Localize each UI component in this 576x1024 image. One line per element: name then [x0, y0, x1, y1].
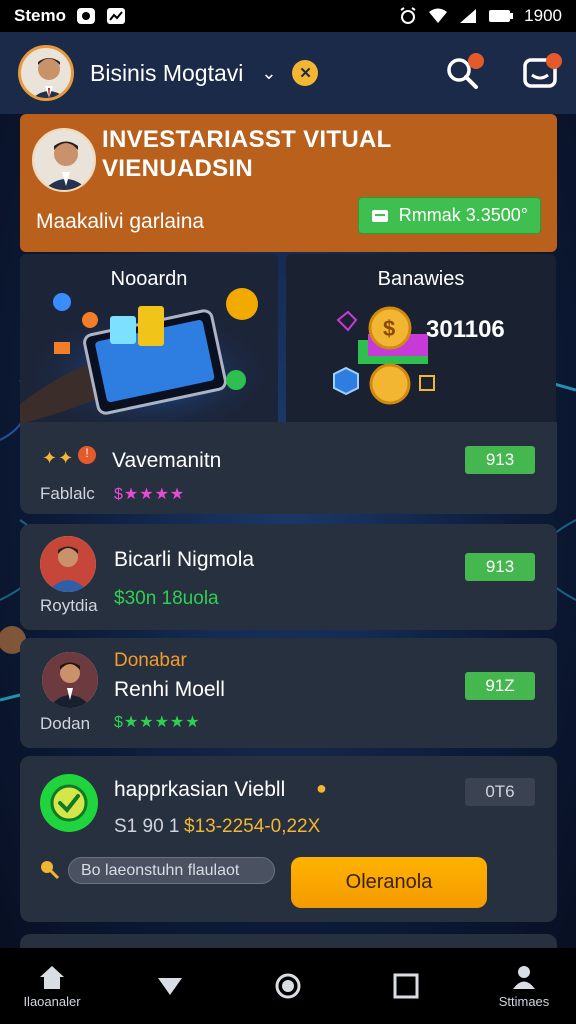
item-name: Vavemanitn [112, 449, 222, 472]
item-badge[interactable]: 913 [465, 446, 535, 474]
advisor-avatar [32, 128, 96, 192]
nav-profile[interactable]: Sttimaes [484, 964, 564, 1009]
item-label: Fablalc [40, 484, 95, 503]
nav-recents[interactable] [366, 973, 446, 999]
user-avatar[interactable] [18, 45, 74, 101]
banner-cta-label: Rmmak 3.3500° [398, 205, 528, 225]
item-badge[interactable]: 913 [465, 553, 535, 581]
item-category: Donabar [114, 650, 187, 671]
app-header: Bisinis Mogtavi ⌄ ✕ [0, 32, 576, 114]
svg-text:$: $ [383, 316, 395, 341]
home-circle-icon [275, 973, 301, 999]
search-notification-dot [468, 53, 484, 69]
notification-dot [546, 53, 562, 69]
balance-value: 301106 [426, 316, 505, 343]
search-icon [41, 861, 60, 880]
approved-check-icon [40, 774, 98, 832]
carrier-label: Stemo [14, 6, 66, 25]
item-detail: $30n 18uola [114, 588, 219, 609]
wallet-icon [371, 209, 388, 222]
person-avatar [40, 536, 96, 592]
list-item[interactable]: Bicarli Nigmola Roytdia $30n 18uola 913 [20, 524, 557, 630]
profile-icon [513, 965, 535, 989]
search-button[interactable] [444, 53, 484, 91]
list-item[interactable]: happrkasian Viebll ● S1 90 1 $13-2254-0,… [20, 756, 557, 922]
rating-stars: $★★★★ [114, 486, 186, 503]
nav-label: Ilaoanaler [23, 993, 81, 1009]
clock: 1900 [524, 6, 562, 25]
wifi-icon [429, 8, 448, 23]
sparkle-icon: ✦✦ [42, 448, 75, 468]
item-name: Renhi Moell [114, 678, 225, 701]
back-icon [158, 978, 182, 995]
notification-icon [76, 8, 95, 24]
home-icon [40, 965, 64, 989]
search-input[interactable]: Bo laeonstuhn flaulaot [68, 857, 275, 884]
tile-banawies[interactable]: Banawies $ 301106 [286, 254, 556, 426]
main-content: INVESTARIASST VITUAL VIENUADSIN Maakaliv… [20, 114, 557, 954]
item-detail: $13-2254-0,22X [184, 816, 321, 837]
tablet-illustration-icon [20, 288, 278, 426]
account-title[interactable]: Bisinis Mogtavi [90, 60, 243, 87]
item-price: S1 90 1 [114, 816, 180, 837]
status-bar: Stemo 1900 [0, 0, 576, 32]
tile-nooardn[interactable]: Nooardn [20, 254, 278, 426]
alert-icon: ! [78, 446, 96, 464]
rating-stars: $★★★★★ [114, 714, 201, 731]
person-avatar [42, 652, 98, 708]
list-item[interactable]: ✦✦ ! Vavemanitn Fablalc $★★★★ 913 [20, 422, 557, 514]
nav-home[interactable]: Ilaoanaler [12, 964, 92, 1009]
investment-banner[interactable]: INVESTARIASST VITUAL VIENUADSIN Maakaliv… [20, 114, 557, 252]
battery-icon [489, 10, 514, 22]
list-item[interactable]: Donabar Renhi Moell Dodan $★★★★★ 91Z [20, 638, 557, 748]
notifications-button[interactable] [522, 53, 562, 91]
item-name: Bicarli Nigmola [114, 548, 255, 571]
item-label: Dodan [40, 714, 91, 733]
nav-label: Sttimaes [498, 993, 550, 1009]
item-name: happrkasian Viebll [114, 778, 286, 801]
nav-home-circle[interactable] [248, 972, 328, 1000]
nav-back[interactable] [130, 975, 210, 997]
coins-illustration-icon: $ [333, 306, 435, 405]
coin-badge-icon[interactable]: ✕ [292, 60, 319, 86]
bottom-navigation: Ilaoanaler Sttimaes [0, 948, 576, 1024]
chevron-down-icon[interactable]: ⌄ [261, 63, 276, 84]
signal-icon [460, 9, 477, 23]
banner-subtitle: Maakalivi garlaina [36, 210, 205, 233]
banner-title: INVESTARIASST VITUAL VIENUADSIN [102, 126, 392, 182]
item-badge[interactable]: 0T6 [465, 778, 535, 806]
alarm-icon [400, 7, 416, 24]
recents-icon [393, 973, 419, 999]
item-badge[interactable]: 91Z [465, 672, 535, 700]
banner-cta-button[interactable]: Rmmak 3.3500° [357, 197, 541, 234]
primary-action-button[interactable]: Oleranola [291, 857, 487, 908]
location-pin-icon: ● [316, 778, 327, 798]
item-label: Roytdia [40, 596, 98, 615]
chart-icon [106, 8, 125, 24]
